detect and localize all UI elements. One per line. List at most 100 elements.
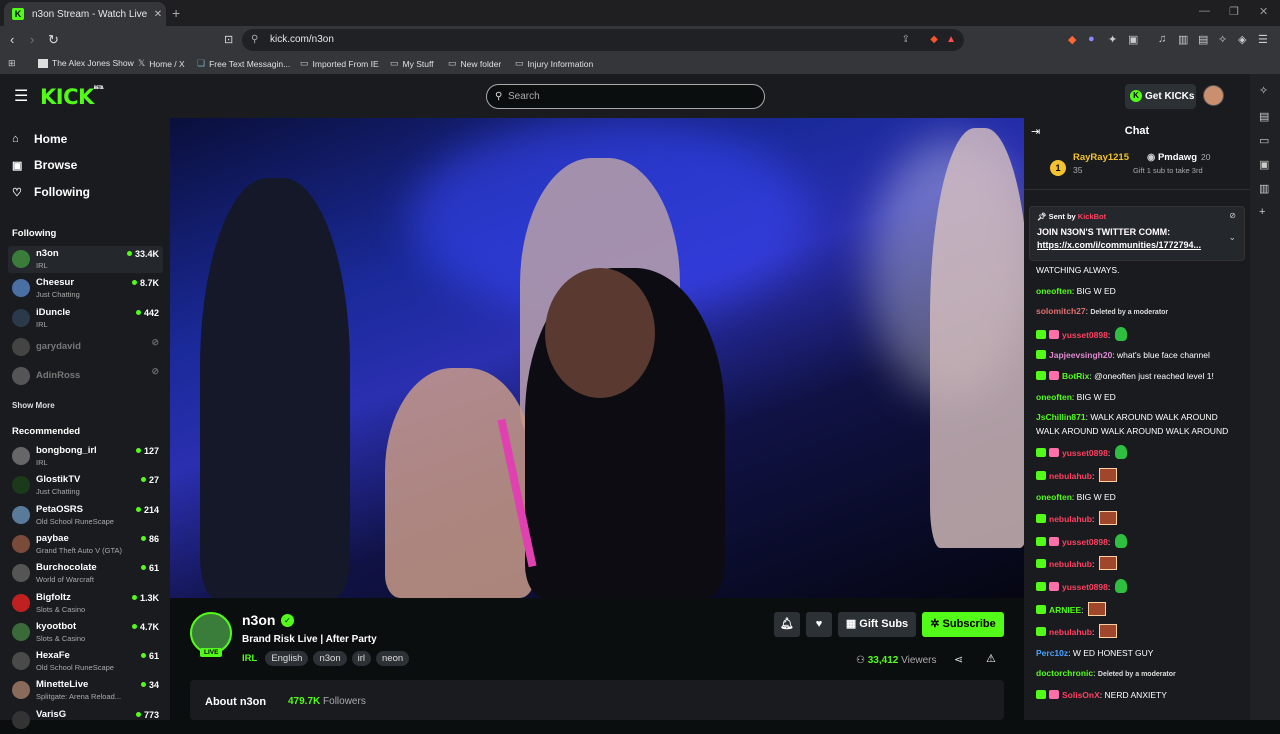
pinned-message[interactable]: 📌︎ Sent by KickBot ⊘ JOIN N3ON'S TWITTER…	[1029, 206, 1245, 261]
maximize-icon[interactable]: ❐	[1229, 5, 1239, 18]
extension-icon[interactable]: ◆	[1068, 33, 1076, 46]
close-tab-icon[interactable]: ✕	[150, 9, 166, 20]
chat-username[interactable]: Japjeevsingh20	[1049, 350, 1112, 360]
bookmark-folder[interactable]: ▭ Imported From IE	[300, 58, 379, 69]
add-icon[interactable]: +	[1259, 206, 1265, 218]
tag-chip[interactable]: neon	[376, 651, 410, 666]
unpin-icon[interactable]: ⊘	[1229, 211, 1236, 220]
sidebar-channel-paybae[interactable]: paybae Grand Theft Auto V (GTA) 86	[8, 531, 163, 558]
kick-logo[interactable]: KICKBETA	[40, 85, 104, 109]
search-input[interactable]: ⚲ Search	[486, 84, 765, 109]
follow-button[interactable]: ♥	[806, 612, 832, 637]
sidebar-channel-hexafe[interactable]: HexaFe Old School RuneScape 61	[8, 648, 163, 675]
chat-username[interactable]: oneoften	[1036, 492, 1072, 502]
extensions-icon[interactable]: ✦	[1108, 33, 1117, 46]
sidebar-channel-bongbong_irl[interactable]: bongbong_irl IRL 127	[8, 443, 163, 470]
browser-tab[interactable]: K n3on Stream - Watch Live on ✕	[4, 2, 166, 26]
report-icon[interactable]: ⚠	[986, 652, 996, 665]
menu-icon[interactable]: ☰	[1258, 33, 1268, 46]
extension-icon[interactable]: ▣	[1128, 33, 1138, 46]
pinned-link[interactable]: https://x.com/i/communities/1772794...	[1037, 240, 1201, 250]
sidebar-channel-iduncle[interactable]: iDuncle IRL 442	[8, 305, 163, 332]
streamer-name[interactable]: n3on	[242, 612, 275, 628]
bookmarks-icon[interactable]: ▥	[1259, 182, 1269, 195]
reload-icon[interactable]: ↻	[48, 32, 59, 48]
rewards-icon[interactable]: ▲	[946, 29, 956, 51]
user-avatar[interactable]	[1203, 85, 1224, 106]
address-bar[interactable]: ⚲ kick.com/n3on ⇪ ◆ ▲	[242, 29, 964, 51]
close-window-icon[interactable]: ✕	[1259, 5, 1268, 18]
new-tab-icon[interactable]: +	[172, 5, 180, 21]
chevron-down-icon[interactable]: ⌄	[1228, 232, 1236, 243]
chat-username[interactable]: yusset0898	[1062, 582, 1108, 592]
video-player[interactable]	[170, 118, 1024, 598]
share-icon[interactable]: ⋖	[954, 653, 963, 666]
sidebar-icon[interactable]: ▥	[1178, 33, 1188, 46]
sidebar-channel-varisg[interactable]: VarisG 773	[8, 707, 163, 734]
minimize-icon[interactable]: —	[1199, 5, 1210, 17]
bookmark-item[interactable]: The Alex Jones Show	[38, 58, 134, 68]
leaderboard-user[interactable]: ◉ Pmdawg	[1147, 152, 1197, 163]
chat-username[interactable]: yusset0898	[1062, 537, 1108, 547]
bookmark-folder[interactable]: ▭ My Stuff	[390, 58, 434, 69]
show-more-link[interactable]: Show More	[12, 401, 55, 410]
chat-username[interactable]: Perc10z	[1036, 648, 1068, 658]
bookmark-item[interactable]: ❏ Free Text Messagin...	[197, 58, 290, 69]
chat-username[interactable]: oneoften	[1036, 392, 1072, 402]
reading-list-icon[interactable]: ▣	[1259, 158, 1269, 171]
vpn-icon[interactable]: ◈	[1238, 33, 1246, 46]
chat-username[interactable]: nebulahub	[1049, 514, 1092, 524]
sidebar-channel-kyootbot[interactable]: kyootbot Slots & Casino 4.7K	[8, 619, 163, 646]
sidebar-channel-glostiktv[interactable]: GlostikTV Just Chatting 27	[8, 472, 163, 499]
get-kicks-button[interactable]: K Get KICKs	[1125, 84, 1196, 109]
leaderboard-user[interactable]: RayRay1215	[1073, 152, 1129, 163]
chat-username[interactable]: yusset0898	[1062, 330, 1108, 340]
chat-username[interactable]: SolisOnX	[1062, 690, 1100, 700]
playlist-icon[interactable]: ▭	[1259, 134, 1269, 147]
extension-icon[interactable]: ●	[1088, 33, 1095, 45]
nav-home[interactable]: ⌂ Home	[12, 132, 67, 146]
sidebar-channel-garydavid[interactable]: garydavid ⊘	[8, 334, 163, 361]
back-icon[interactable]: ‹	[10, 32, 14, 47]
tag-chip[interactable]: irl	[351, 651, 372, 666]
forward-icon[interactable]: ›	[30, 32, 34, 47]
sidebar-channel-burchocolate[interactable]: Burchocolate World of Warcraft 61	[8, 560, 163, 587]
sidebar-channel-cheesur[interactable]: Cheesur Just Chatting 8.7K	[8, 275, 163, 302]
chat-username[interactable]: nebulahub	[1049, 471, 1092, 481]
bookmark-folder[interactable]: ▭ Injury Information	[515, 58, 593, 69]
category-link[interactable]: IRL	[242, 653, 257, 664]
wallet-icon[interactable]: ▤	[1259, 110, 1269, 123]
apps-icon[interactable]: ⊞	[8, 58, 16, 69]
nav-browse[interactable]: ▣ Browse	[12, 158, 77, 172]
subscribe-button[interactable]: ✲ Subscribe	[922, 612, 1004, 637]
sidebar-channel-adinross[interactable]: AdinRoss ⊘	[8, 363, 163, 390]
chat-username[interactable]: BotRix	[1062, 371, 1089, 381]
chat-username[interactable]: JsChillin871	[1036, 412, 1086, 422]
bookmark-item[interactable]: 𝕏 Home / X	[138, 58, 185, 69]
chat-username[interactable]: doctorchronic	[1036, 668, 1093, 678]
chat-username[interactable]: solomitch27	[1036, 306, 1086, 316]
bookmark-icon[interactable]: ⊡	[224, 33, 233, 46]
sidebar-channel-minettelive[interactable]: MinetteLive Splitgate: Arena Reload... 34	[8, 677, 163, 704]
chat-username[interactable]: yusset0898	[1062, 448, 1108, 458]
leo-icon[interactable]: ✧	[1218, 33, 1227, 46]
bookmark-folder[interactable]: ▭ New folder	[448, 58, 501, 69]
sidebar-channel-bigfoltz[interactable]: Bigfoltz Slots & Casino 1.3K	[8, 590, 163, 617]
tag-chip[interactable]: n3on	[313, 651, 347, 666]
sidebar-channel-petaosrs[interactable]: PetaOSRS Old School RuneScape 214	[8, 502, 163, 529]
tag-chip[interactable]: English	[265, 651, 309, 666]
brave-shield-icon[interactable]: ◆	[930, 29, 938, 51]
chat-username[interactable]: oneoften	[1036, 286, 1072, 296]
gift-subs-button[interactable]: ▦ Gift Subs	[838, 612, 916, 637]
sidebar-channel-n3on[interactable]: n3on IRL 33.4K	[8, 246, 163, 273]
nav-following[interactable]: ♡ Following	[12, 185, 90, 199]
share-icon[interactable]: ⇪	[902, 29, 910, 51]
leo-ai-icon[interactable]: ✧	[1259, 84, 1268, 97]
chat-username[interactable]: nebulahub	[1049, 627, 1092, 637]
chat-username[interactable]: ARNIEE	[1049, 605, 1081, 615]
notification-bell-button[interactable]: 🔔︎	[774, 612, 800, 637]
hamburger-menu-icon[interactable]: ☰	[14, 86, 28, 106]
media-icon[interactable]: ♫	[1158, 33, 1166, 45]
site-info-icon[interactable]: ⚲	[251, 29, 258, 51]
chat-username[interactable]: nebulahub	[1049, 559, 1092, 569]
